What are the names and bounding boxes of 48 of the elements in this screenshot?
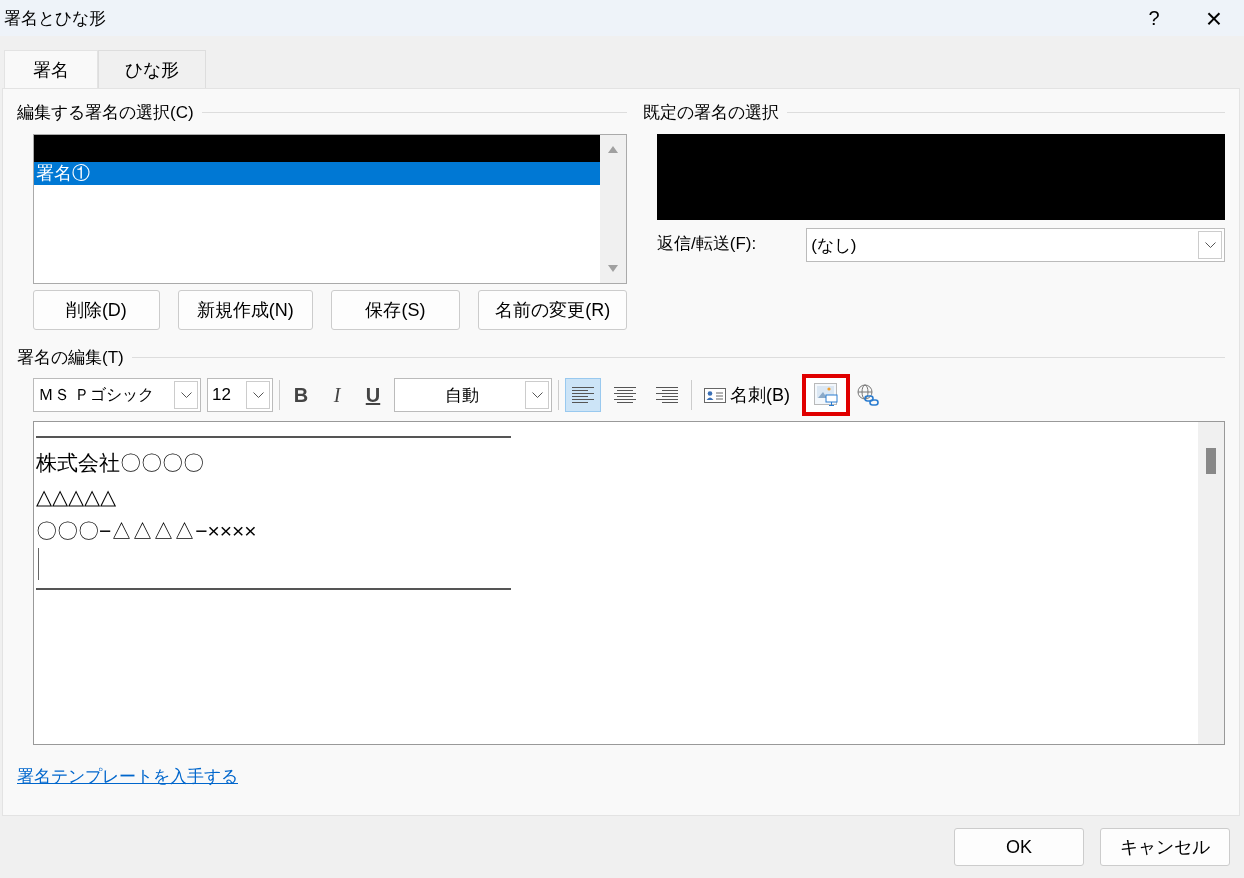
scroll-down-icon[interactable] [608, 265, 618, 273]
scroll-thumb[interactable] [1206, 448, 1216, 474]
signature-text: 〇〇〇−△△△△−×××× [36, 518, 258, 544]
align-button[interactable] [565, 378, 601, 412]
signature-text: △△△△△ [36, 484, 117, 510]
tab[interactable]: ひな形 [98, 50, 206, 88]
chevron-down-icon [180, 392, 192, 398]
list-action-button[interactable]: 保存(S) [330, 290, 461, 330]
close-button[interactable]: × [1184, 2, 1244, 34]
signature-editor[interactable]: 株式会社〇〇〇〇 △△△△△ 〇〇〇−△△△△−×××× [33, 421, 1225, 745]
format-button[interactable]: I [322, 382, 352, 408]
insert-picture-button[interactable] [802, 374, 850, 416]
field-label: 返信/転送(F): [657, 233, 757, 255]
scrollbar[interactable] [1198, 422, 1224, 744]
format-button[interactable]: B [286, 382, 316, 408]
scroll-up-icon[interactable] [608, 145, 618, 153]
globe-link-icon[interactable] [856, 383, 880, 407]
chevron-down-icon [531, 392, 543, 398]
group-heading: 編集する署名の選択(C) [17, 102, 194, 124]
list-action-button[interactable]: 新規作成(N) [177, 290, 313, 330]
align-left-icon [572, 386, 594, 404]
list-action-button[interactable]: 名前の変更(R) [478, 290, 627, 330]
dialog-button[interactable]: キャンセル [1100, 828, 1230, 866]
size-dropdown[interactable]: 12 [207, 378, 273, 412]
align-right-icon [656, 386, 678, 404]
window-title: 署名とひな形 [4, 7, 106, 30]
contact-card-icon [704, 387, 726, 403]
signature-list[interactable]: 署名① [33, 134, 627, 284]
signature-text: 株式会社〇〇〇〇 [36, 450, 205, 476]
align-center-icon [614, 386, 636, 404]
chevron-down-icon [252, 392, 264, 398]
font-dropdown[interactable]: ＭＳ Ｐゴシック [33, 378, 201, 412]
reply-dropdown[interactable]: (なし) [806, 228, 1225, 262]
scrollbar[interactable] [600, 135, 626, 283]
tab[interactable]: 署名 [4, 50, 98, 88]
template-link[interactable]: 署名テンプレートを入手する [17, 767, 238, 786]
text-cursor [38, 548, 39, 580]
business-card-button[interactable]: 名刺(B) [698, 383, 796, 407]
color-dropdown[interactable]: 自動 [394, 378, 552, 412]
format-button[interactable]: U [358, 382, 388, 408]
dialog-button[interactable]: OK [954, 828, 1084, 866]
help-button[interactable]: ? [1124, 2, 1184, 34]
group-heading: 署名の編集(T) [17, 347, 124, 369]
picture-icon [812, 382, 840, 408]
chevron-down-icon [1204, 242, 1216, 248]
group-heading: 既定の署名の選択 [643, 102, 779, 124]
list-action-button[interactable]: 削除(D) [33, 290, 160, 330]
list-item[interactable]: 署名① [34, 162, 600, 185]
